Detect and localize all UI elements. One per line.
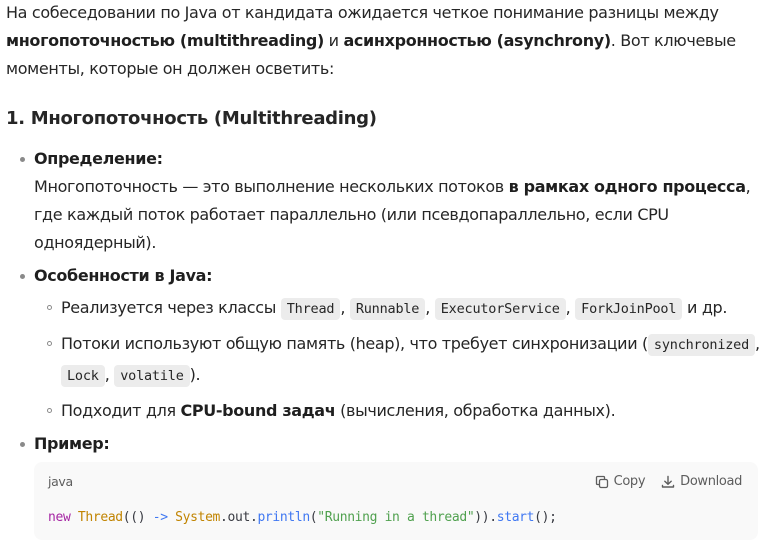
sublist-text: Подходит для xyxy=(61,401,181,420)
inline-code: ForkJoinPool xyxy=(575,298,683,320)
download-button[interactable]: Download xyxy=(661,468,742,496)
sublist-text: Потоки используют общую память (heap), ч… xyxy=(61,334,648,353)
code-punct: . xyxy=(220,510,228,525)
download-label: Download xyxy=(680,474,742,489)
list-item-example: Пример: java Copy Download new Thread(()… xyxy=(6,430,764,540)
code-punct: (); xyxy=(534,510,557,525)
features-title: Особенности в Java: xyxy=(34,266,213,285)
separator: , xyxy=(565,298,571,317)
intro-bold-multithreading: многопоточностью (multithreading) xyxy=(6,31,324,50)
separator: , xyxy=(425,298,430,317)
inline-code: Lock xyxy=(61,365,105,387)
inline-code: Thread xyxy=(280,298,341,320)
list-item-features: Особенности в Java: Реализуется через кл… xyxy=(6,262,764,425)
example-title: Пример: xyxy=(34,434,110,453)
intro-text: На собеседовании по Java от кандидата ож… xyxy=(6,3,719,22)
code-punct: (() xyxy=(122,510,153,525)
sublist-item-cpu-bound: Подходит для CPU-bound задач (вычисления… xyxy=(34,396,764,425)
code-block-header: java Copy Download xyxy=(34,462,758,502)
inline-code: ExecutorService xyxy=(434,298,566,320)
copy-label: Copy xyxy=(613,474,646,489)
code-punct: )). xyxy=(474,510,497,525)
code-keyword: new xyxy=(48,510,71,525)
code-field: out xyxy=(227,510,251,525)
sublist-text: Реализуется через классы xyxy=(61,298,281,317)
code-line: new Thread(() -> System.out.println("Run… xyxy=(48,508,557,528)
intro-bold-asynchrony: асинхронностью (asynchrony) xyxy=(343,31,611,50)
intro-text: и xyxy=(323,31,344,50)
inline-code: Runnable xyxy=(349,298,426,320)
code-language-label: java xyxy=(48,474,73,489)
code-class: Thread xyxy=(77,510,123,525)
definition-text: Многопоточность — это выполнение несколь… xyxy=(34,177,509,196)
definition-title: Определение: xyxy=(34,149,163,168)
code-function: start xyxy=(496,510,535,525)
section-list: Определение: Многопоточность — это выпол… xyxy=(6,145,764,540)
code-string: "Running in a thread" xyxy=(317,510,475,525)
code-function: println xyxy=(257,510,310,525)
sublist-text: и др. xyxy=(682,298,728,317)
separator: , xyxy=(755,334,760,353)
code-actions: Copy Download xyxy=(595,468,742,496)
sublist-item-memory: Потоки используют общую память (heap), ч… xyxy=(34,329,764,391)
section-heading: 1. Многопоточность (Multithreading) xyxy=(6,108,377,129)
chat-message: На собеседовании по Java от кандидата ож… xyxy=(0,0,770,540)
sublist-text: ). xyxy=(189,365,201,384)
list-item-definition: Определение: Многопоточность — это выпол… xyxy=(6,145,764,257)
code-block: java Copy Download new Thread(() -> Syst… xyxy=(34,462,758,540)
inline-code: volatile xyxy=(114,365,190,387)
sublist-bold: CPU-bound задач xyxy=(180,401,336,420)
code-operator: -> xyxy=(152,510,168,525)
separator: , xyxy=(340,298,346,317)
copy-icon xyxy=(595,475,609,489)
intro-paragraph: На собеседовании по Java от кандидата ож… xyxy=(6,0,764,83)
copy-button[interactable]: Copy xyxy=(595,468,646,496)
download-icon xyxy=(661,475,675,489)
separator: , xyxy=(104,365,110,384)
inline-code: synchronized xyxy=(647,334,756,356)
definition-bold: в рамках одного процесса xyxy=(508,177,746,196)
sublist-item-classes: Реализуется через классы Thread, Runnabl… xyxy=(34,293,764,324)
code-class: System xyxy=(175,510,221,525)
features-sublist: Реализуется через классы Thread, Runnabl… xyxy=(34,293,764,425)
sublist-text: (вычисления, обработка данных). xyxy=(335,401,616,420)
